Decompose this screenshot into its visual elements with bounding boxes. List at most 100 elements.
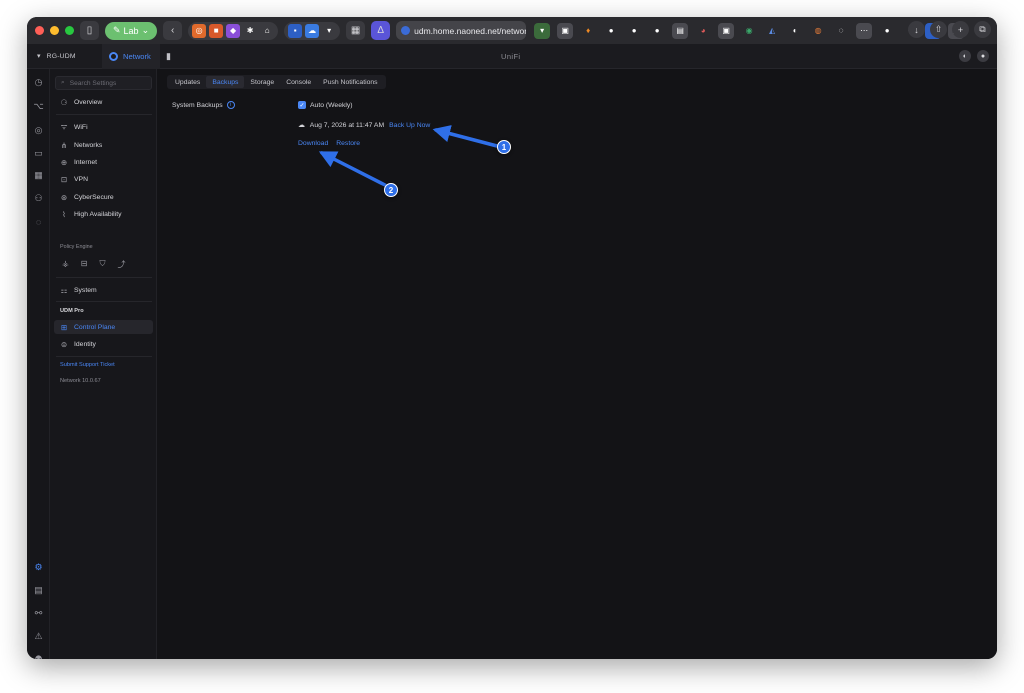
cloud-icon[interactable]: ☁ [305,23,320,38]
github-icon[interactable]: ● [626,23,642,39]
favorite-icon[interactable]: ▣ [718,22,735,39]
sidebar-item-label: Control Plane [74,323,116,331]
share-icon[interactable]: ⇧ [930,21,947,38]
sidebar-item-label: Identity [74,340,96,348]
sidebar-item-label: System [74,286,97,294]
control-plane-icon: ⊞ [60,322,68,332]
alerts-icon[interactable]: ⚠ [32,630,45,643]
settings-search-input[interactable]: ⌕ Search Settings [55,76,152,90]
sidebar-item-identity[interactable]: ⊜ Identity [50,337,157,351]
auto-backup-checkbox[interactable]: ✓ [298,101,306,109]
sidebar-toggle-icon[interactable]: ▯ [80,21,99,40]
favorite-icon[interactable]: ◐ [787,23,803,39]
favorite-icon[interactable]: ◕ [695,23,711,39]
sidebar-item-label: CyberSecure [74,193,114,201]
favorite-icon[interactable]: ◭ [764,23,780,39]
app-tab-network[interactable]: Network [102,43,160,69]
route-icon[interactable]: ⤴ [118,259,126,270]
devices-icon[interactable]: ◎ [32,124,45,137]
tab-group-lab[interactable]: ✎ Lab ⌄ [105,21,158,40]
minimize-window-button[interactable] [50,26,59,35]
favorite-icon[interactable]: ◉ [741,23,757,39]
favorite-icon[interactable]: ◌ [833,23,849,39]
policy-engine-label: Policy Engine [60,244,93,250]
pinned-tab-icon[interactable]: ▪ [288,23,303,38]
tab-backups[interactable]: Backups [206,76,245,88]
insights-icon[interactable]: ◌ [32,215,45,228]
info-icon[interactable]: i [226,101,235,109]
logs-icon[interactable]: ▤ [32,584,45,597]
restore-link[interactable]: Restore [336,140,360,147]
firewall-icon[interactable]: ⚶ [62,259,69,270]
integrations-icon[interactable]: ⚯ [32,607,45,620]
tab-overview-icon[interactable]: ▦ [346,21,366,40]
download-icon[interactable]: ↓ [908,21,925,38]
topology-icon[interactable]: ⌥ [32,100,45,113]
zoom-window-button[interactable] [65,26,74,35]
pinned-tab-icon[interactable]: ⌂ [260,23,275,38]
support-ticket-link[interactable]: Submit Support Ticket [60,362,115,368]
divider [56,356,152,357]
apps-icon[interactable]: ▦ [32,169,45,182]
sidebar-item-vpn[interactable]: ⊡ VPN [50,172,157,186]
favorite-icon[interactable]: ♦ [580,23,596,39]
overview-icon: ⚆ [60,97,68,107]
settings-gear-icon[interactable]: ⚙ [32,561,45,574]
dashboard-icon[interactable]: ◷ [32,76,45,89]
sidebar-item-system[interactable]: ⚏ System [50,283,157,297]
back-up-now-link[interactable]: Back Up Now [389,122,430,129]
favorite-icon[interactable]: ◍ [810,23,826,39]
sidebar-item-wifi[interactable]: ᯤ WiFi [50,120,157,134]
favorite-icon[interactable]: ⋯ [856,22,873,39]
policy-engine-icons: ⚶ ⊟ ⛉ ⤴ [62,259,126,270]
chevron-down-icon: ⌄ [141,25,150,35]
github-icon[interactable]: ● [879,23,895,39]
pinned-tab-icon[interactable]: ∆ [371,21,391,40]
browser-right-tools: ↓ ⇧ + ⧉ [908,21,991,38]
app-header: ▾ RG-UDM Network ▮ UniFi ◐ ● [27,43,997,69]
security-icon[interactable]: ⚇ [32,192,45,205]
sidebar-item-cybersecure[interactable]: ⊛ CyberSecure [50,190,157,204]
paw-icon[interactable]: ✱ [243,23,258,38]
pinned-tab-icon[interactable]: ▾ [322,23,337,38]
sidebar-item-high-availability[interactable]: ⌇ High Availability [50,207,157,221]
sidebar-item-networks[interactable]: ⋔ Networks [50,138,157,152]
backup-actions: Download Restore [298,140,360,147]
sidebar-item-overview[interactable]: ⚆ Overview [50,95,157,109]
download-link[interactable]: Download [298,140,328,147]
wifi-icon: ᯤ [60,122,68,131]
theme-toggle-icon[interactable]: ◐ [959,50,971,62]
protect-app-icon[interactable]: ▮ [166,51,171,62]
settings-content: Updates Backups Storage Console Push Not… [158,69,997,659]
tabs-overview-icon[interactable]: ⧉ [974,21,991,38]
address-text: udm.home.naoned.net/network/c [414,25,527,36]
tab-console[interactable]: Console [280,76,317,88]
github-icon[interactable]: ● [603,23,619,39]
sidebar-item-internet[interactable]: ⊕ Internet [50,155,157,169]
tab-storage[interactable]: Storage [244,76,280,88]
avatar[interactable]: ● [977,50,989,62]
clients-icon[interactable]: ▭ [32,147,45,160]
new-tab-icon[interactable]: + [952,21,969,38]
pinned-tab-icon[interactable]: ■ [209,23,224,38]
close-window-button[interactable] [35,26,44,35]
traffic-icon[interactable]: ⊟ [81,259,88,270]
pulse-icon: ⌇ [62,209,66,219]
github-icon[interactable]: ● [649,23,665,39]
app-tab-label: Network [123,51,151,61]
favorite-icon[interactable]: ▾ [534,22,551,39]
shield-icon[interactable]: ⛉ [100,259,106,270]
tab-push-notifications[interactable]: Push Notifications [317,76,383,88]
sidebar-item-control-plane[interactable]: ⊞ Control Plane [54,320,153,334]
pinned-tab-icon[interactable]: ◎ [192,23,207,38]
tab-updates[interactable]: Updates [169,76,206,88]
address-bar[interactable]: udm.home.naoned.net/network/c ≡ [396,21,527,40]
users-icon[interactable]: ⚉ [32,653,45,659]
back-icon[interactable]: ‹ [163,21,183,40]
favorite-icon[interactable]: ▤ [672,22,689,39]
pinned-tab-icon[interactable]: ◆ [226,23,241,38]
vpn-icon: ⊡ [60,174,68,184]
app-icon-rail: ◷ ⌥ ◎ ▭ ▦ ⚇ ◌ ⚙ ▤ ⚯ ⚠ ⚉ [27,69,50,659]
console-selector[interactable]: ▾ RG-UDM [27,52,102,61]
favorite-icon[interactable]: ▣ [557,22,574,39]
